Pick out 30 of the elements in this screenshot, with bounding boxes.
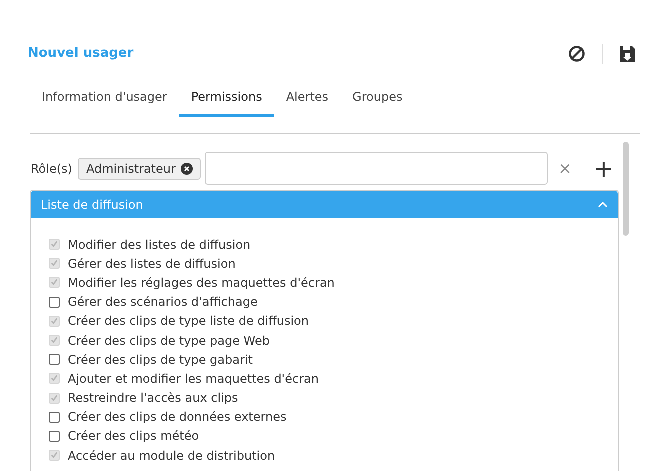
clear-button[interactable]: × [556,156,574,180]
permission-label: Modifier les réglages des maquettes d'écran [68,274,335,292]
role-input[interactable] [204,152,548,185]
remove-icon[interactable] [180,162,193,174]
permission-label: Créer des clips de données externes [68,409,287,426]
permission-label: Gérer des listes de diffusion [68,256,236,273]
permission-label: Accéder au module de distribution [68,448,276,465]
add-button[interactable]: + [594,156,614,180]
cancel-icon[interactable] [568,45,586,63]
permission-label: Créer des clips de type liste de diffusion [68,313,310,330]
permission-label: Créer des clips de type gabarit [68,352,253,369]
checkbox[interactable] [49,430,60,442]
tab[interactable]: Alertes [274,84,341,117]
checkbox[interactable] [49,412,60,423]
save-icon[interactable] [619,45,636,63]
page-title: Nouvel usager [28,45,134,64]
tab[interactable]: Groupes [340,84,415,117]
tab[interactable]: Information d'usager [30,84,180,117]
scrollbar[interactable] [623,142,629,236]
permission-label: Ajouter et modifier les maquettes d'écran [68,370,319,388]
roles-label: Rôle(s) [31,160,72,178]
checkbox[interactable] [49,354,60,366]
permission-label: Créer des clips météo [68,428,200,446]
permission-label: Restreindre l'accès aux clips [68,390,238,408]
checkbox[interactable] [49,296,60,308]
role-tag: Administrateur [78,158,201,180]
tab[interactable]: Permissions [179,84,274,117]
permission-label: Gérer des scénarios d'affichage [68,294,258,312]
permission-label: Modifier des listes de diffusion [68,236,251,254]
permission-label: Créer des clips de type page Web [68,332,270,350]
